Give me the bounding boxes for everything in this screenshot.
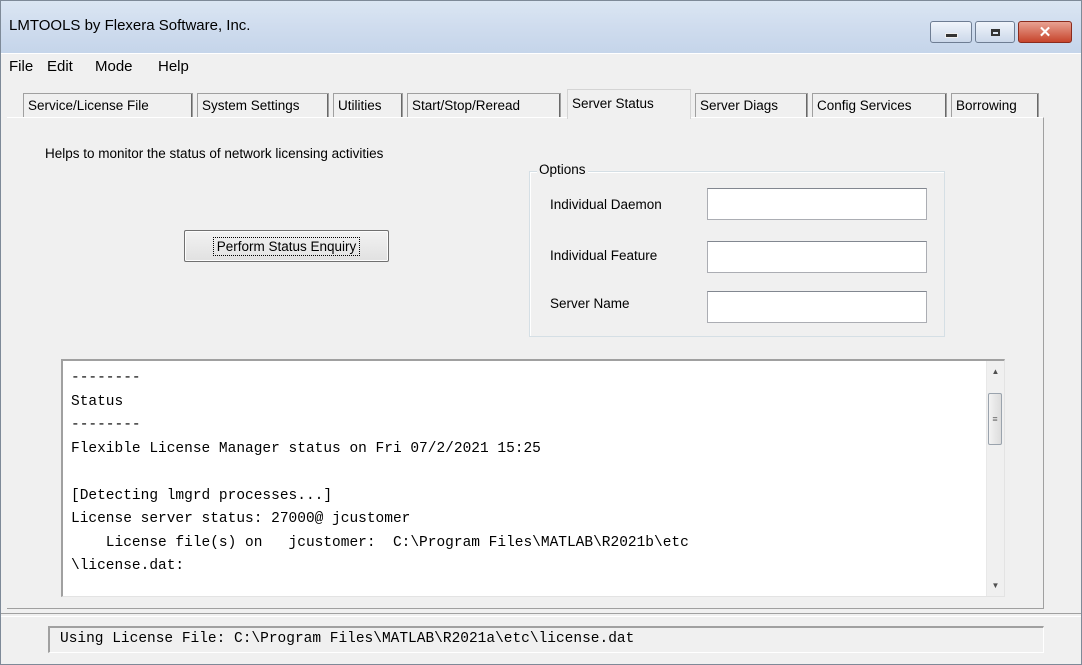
tab-system-settings[interactable]: System Settings [197, 93, 329, 117]
individual-feature-input[interactable] [707, 241, 927, 273]
menu-edit[interactable]: Edit [47, 58, 73, 75]
scroll-up-arrow-icon[interactable]: ▲ [987, 363, 1004, 380]
options-legend: Options [537, 162, 588, 177]
output-scrollbar[interactable]: ▲ ≡ ▼ [986, 361, 1004, 596]
output-line: Flexible License Manager status on Fri 0… [71, 440, 541, 457]
window-title: LMTOOLS by Flexera Software, Inc. [9, 17, 251, 34]
tab-config-services[interactable]: Config Services [812, 93, 947, 117]
output-line: License server status: 27000@ jcustomer [71, 511, 411, 527]
title-bar[interactable]: LMTOOLS by Flexera Software, Inc. ✕ [1, 1, 1081, 53]
license-file-status: Using License File: C:\Program Files\MAT… [60, 631, 635, 647]
output-line: -------- [71, 370, 141, 386]
maximize-button[interactable] [975, 21, 1015, 43]
close-button[interactable]: ✕ [1018, 21, 1072, 43]
tab-service-license-file[interactable]: Service/License File [23, 93, 193, 117]
helper-text: Helps to monitor the status of network l… [45, 146, 384, 161]
individual-feature-label: Individual Feature [550, 248, 658, 263]
lmtools-window: LMTOOLS by Flexera Software, Inc. ✕ File… [0, 0, 1082, 665]
output-line: License file(s) on jcustomer: C:\Program… [71, 534, 689, 551]
tab-start-stop-reread[interactable]: Start/Stop/Reread [407, 93, 561, 117]
status-output-text[interactable]: -------- Status -------- Flexible License M… [71, 367, 981, 579]
output-line: Status [71, 393, 124, 410]
menu-mode[interactable]: Mode [95, 58, 133, 75]
perform-status-enquiry-label: Perform Status Enquiry [212, 236, 361, 256]
perform-status-enquiry-button[interactable]: Perform Status Enquiry [184, 230, 389, 262]
output-line: -------- [71, 417, 141, 433]
tab-server-status[interactable]: Server Status [567, 89, 691, 119]
scroll-down-arrow-icon[interactable]: ▼ [987, 577, 1004, 594]
status-bar: Using License File: C:\Program Files\MAT… [48, 626, 1044, 653]
tab-borrowing[interactable]: Borrowing [951, 93, 1039, 117]
individual-daemon-label: Individual Daemon [550, 197, 662, 212]
menu-help[interactable]: Help [158, 58, 189, 75]
status-divider [1, 613, 1081, 617]
close-icon: ✕ [1038, 24, 1052, 41]
server-name-label: Server Name [550, 296, 630, 311]
server-name-input[interactable] [707, 291, 927, 323]
minimize-icon [944, 32, 958, 38]
output-line: [Detecting lmgrd processes...] [71, 487, 333, 504]
scroll-thumb[interactable]: ≡ [988, 393, 1002, 445]
tab-strip: Service/License File System Settings Uti… [7, 87, 1081, 119]
individual-daemon-input[interactable] [707, 188, 927, 220]
maximize-icon [990, 28, 1000, 36]
menu-file[interactable]: File [9, 58, 33, 75]
output-line: \license.dat: [71, 558, 185, 574]
tab-server-diags[interactable]: Server Diags [695, 93, 808, 117]
menu-bar: File Edit Mode Help [1, 53, 1081, 80]
minimize-button[interactable] [930, 21, 972, 43]
status-output-box[interactable]: -------- Status -------- Flexible License M… [61, 359, 1005, 597]
tab-utilities[interactable]: Utilities [333, 93, 403, 117]
